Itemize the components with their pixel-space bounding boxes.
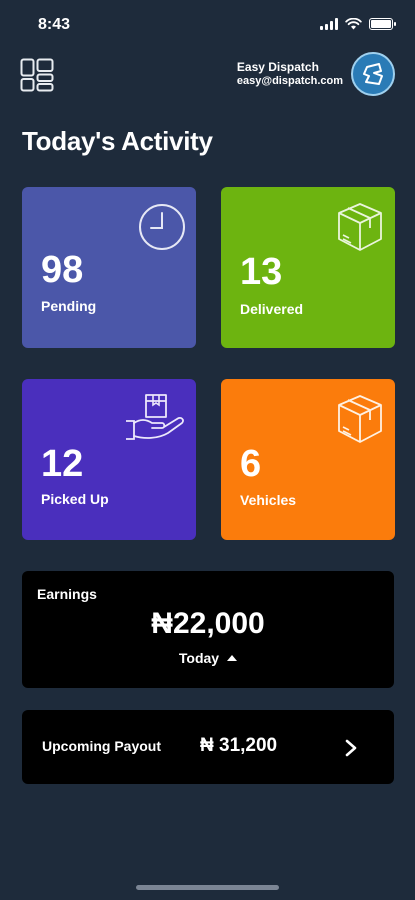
tile-value: 13 bbox=[240, 251, 283, 293]
avatar[interactable] bbox=[351, 52, 395, 96]
tile-value: 12 bbox=[41, 443, 84, 485]
hand-box-icon bbox=[126, 394, 184, 440]
box-icon bbox=[338, 203, 382, 251]
clock-icon bbox=[139, 204, 185, 250]
earnings-label: Earnings bbox=[37, 586, 97, 602]
payout-label: Upcoming Payout bbox=[42, 738, 162, 754]
tile-label: Delivered bbox=[240, 301, 304, 317]
tile-label: Vehicles bbox=[240, 492, 297, 508]
header: Easy Dispatch easy@dispatch.com bbox=[0, 52, 415, 102]
tile-value: 98 bbox=[41, 249, 84, 291]
tile-picked-up[interactable]: 12 Picked Up bbox=[22, 379, 196, 540]
wifi-icon bbox=[345, 18, 362, 30]
profile[interactable]: Easy Dispatch easy@dispatch.com bbox=[237, 52, 395, 96]
status-bar: 8:43 bbox=[0, 0, 415, 46]
status-icons bbox=[320, 18, 396, 30]
home-indicator[interactable] bbox=[136, 885, 279, 890]
company-email: easy@dispatch.com bbox=[236, 75, 343, 87]
battery-icon bbox=[369, 18, 396, 30]
tile-value: 6 bbox=[240, 443, 262, 485]
cellular-signal-icon bbox=[320, 18, 338, 30]
period-label: Today bbox=[178, 650, 220, 666]
earnings-card: Earnings ₦22,000 Today bbox=[22, 571, 394, 688]
tile-pending[interactable]: 98 Pending bbox=[22, 187, 196, 348]
status-time: 8:43 bbox=[38, 16, 71, 33]
profile-text: Easy Dispatch easy@dispatch.com bbox=[237, 60, 343, 88]
payout-amount: ₦ 31,200 bbox=[200, 735, 278, 756]
dashboard-screen: 8:43 Easy Dispatch easy@dispatch.com Tod… bbox=[0, 0, 415, 900]
chevron-right-icon[interactable] bbox=[344, 739, 358, 757]
tile-label: Pending bbox=[41, 298, 97, 314]
period-selector[interactable]: Today bbox=[22, 650, 394, 666]
earnings-amount: ₦22,000 bbox=[151, 607, 265, 640]
tile-vehicles[interactable]: 6 Vehicles bbox=[221, 379, 395, 540]
box-icon bbox=[338, 395, 382, 443]
dispatch-logo-icon bbox=[363, 63, 383, 85]
tile-delivered[interactable]: 13 Delivered bbox=[221, 187, 395, 348]
caret-up-icon bbox=[227, 654, 238, 661]
company-name: Easy Dispatch bbox=[236, 60, 319, 74]
tile-label: Picked Up bbox=[41, 491, 109, 507]
upcoming-payout-card[interactable]: Upcoming Payout ₦ 31,200 bbox=[22, 710, 394, 784]
page-title: Today's Activity bbox=[22, 126, 213, 156]
menu-grid-icon[interactable] bbox=[20, 58, 54, 92]
